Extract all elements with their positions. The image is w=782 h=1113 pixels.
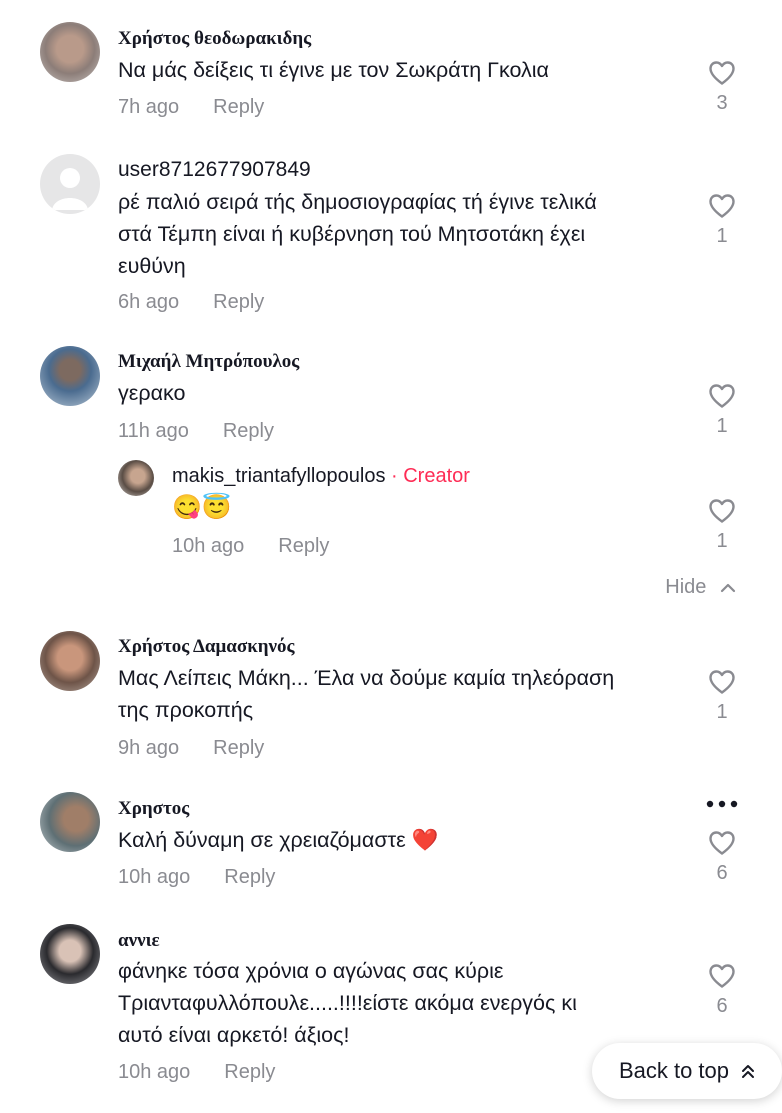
reply-text: 😋😇 [172, 494, 232, 521]
reply-author-line: makis_triantafyllopoulos · Creator [172, 465, 470, 488]
comment-text: γερακο [118, 377, 185, 409]
comment-meta: 9h ago Reply [118, 737, 264, 760]
comment-meta: 11h ago Reply [118, 420, 274, 443]
more-dots-icon [706, 800, 738, 808]
heart-outline-icon [709, 964, 735, 988]
comment-line: αυτό είναι αρκετό! άξιος! [118, 1023, 350, 1047]
back-to-top-button[interactable]: Back to top [592, 1043, 782, 1099]
default-avatar-icon [52, 168, 88, 210]
like-button[interactable]: 1 [702, 383, 742, 438]
comment-meta: 7h ago Reply [118, 96, 264, 119]
comment-author[interactable]: Χρήστος Δαμασκηνός [118, 636, 295, 658]
comment-meta: 10h ago Reply [118, 1061, 275, 1084]
comment-line: Να μάς δείξεις τι έγινε με τον Σωκράτη Γ… [118, 58, 549, 82]
more-options-button[interactable] [705, 796, 739, 814]
comment-text: φάνηκε τόσα χρόνια ο αγώνας σας κύριε Τρ… [118, 955, 577, 1051]
comment-line: ρέ παλιό σειρά τής δημοσιογραφίας τή έγι… [118, 190, 597, 214]
hide-label: Hide [665, 576, 707, 598]
heart-outline-icon [709, 61, 735, 85]
comment-time: 11h ago [118, 420, 189, 442]
avatar[interactable] [40, 924, 100, 984]
comment-author[interactable]: Μιχαήλ Μητρόπουλος [118, 351, 299, 373]
reply-author[interactable]: makis_triantafyllopoulos [172, 465, 385, 487]
comment-line: φάνηκε τόσα χρόνια ο αγώνας σας κύριε [118, 959, 504, 983]
comment-time: 7h ago [118, 96, 180, 118]
heart-outline-icon [709, 499, 735, 523]
comment-text: Μας Λείπεις Μάκη... Έλα να δούμε καμία τ… [118, 662, 614, 726]
creator-badge: · Creator [391, 465, 470, 487]
like-count: 3 [716, 92, 728, 114]
avatar[interactable] [40, 22, 100, 82]
like-count: 1 [716, 701, 728, 723]
reply-button[interactable]: Reply [224, 1061, 275, 1084]
reply-button[interactable]: Reply [213, 291, 264, 314]
comment-line: Καλή δύναμη σε χρειαζόμαστε ❤️ [118, 828, 439, 852]
comment-meta: 6h ago Reply [118, 291, 264, 314]
chevron-up-icon [720, 583, 736, 592]
reply-button[interactable]: Reply [223, 420, 274, 443]
heart-outline-icon [709, 670, 735, 694]
comment-text: Να μάς δείξεις τι έγινε με τον Σωκράτη Γ… [118, 54, 549, 86]
like-button[interactable]: 1 [702, 498, 742, 553]
comment-line: ευθύνη [118, 254, 186, 278]
double-chevron-up-icon [742, 1065, 755, 1078]
avatar[interactable] [40, 346, 100, 406]
comment-author[interactable]: user8712677907849 [118, 158, 311, 182]
comment-time: 9h ago [118, 737, 180, 759]
avatar[interactable] [40, 792, 100, 852]
back-to-top-label: Back to top [618, 1058, 730, 1083]
like-count: 6 [716, 862, 728, 884]
comment-line: στά Τέμπη είναι ή κυβέρνηση τού Μητσοτάκ… [118, 222, 586, 246]
comment-line: Τριανταφυλλόπουλε.....!!!!είστε ακόμα εν… [118, 991, 577, 1015]
comment-meta: 10h ago Reply [118, 866, 275, 889]
reply-button[interactable]: Reply [213, 737, 264, 760]
like-count: 1 [716, 225, 728, 247]
like-button[interactable]: 6 [702, 830, 742, 885]
avatar[interactable] [118, 460, 154, 496]
heart-outline-icon [709, 831, 735, 855]
comment-time: 10h ago [118, 1061, 191, 1083]
comment-time: 6h ago [118, 291, 180, 313]
comment-line: γερακο [118, 381, 186, 405]
comment-line: της προκοπής [118, 698, 254, 722]
comment-author[interactable]: Χρήστος θεοδωρακιδης [118, 28, 311, 50]
comment-time: 10h ago [118, 866, 191, 888]
comment-author[interactable]: Χρηστος [118, 798, 189, 820]
heart-outline-icon [709, 384, 735, 408]
reply-button[interactable]: Reply [213, 96, 264, 119]
reply-meta: 10h ago Reply [172, 535, 329, 558]
like-count: 1 [716, 530, 728, 552]
like-count: 1 [716, 415, 728, 437]
like-button[interactable]: 1 [702, 193, 742, 248]
like-button[interactable]: 6 [702, 963, 742, 1018]
comment-text: Καλή δύναμη σε χρειαζόμαστε ❤️ [118, 824, 438, 856]
heart-outline-icon [709, 194, 735, 218]
comment-line: Μας Λείπεις Μάκη... Έλα να δούμε καμία τ… [118, 666, 615, 690]
hide-replies-button[interactable]: Hide [665, 576, 736, 599]
avatar[interactable] [40, 631, 100, 691]
comment-text: ρέ παλιό σειρά τής δημοσιογραφίας τή έγι… [118, 186, 597, 282]
avatar[interactable] [40, 154, 100, 214]
reply-time: 10h ago [172, 535, 245, 557]
reply-button[interactable]: Reply [224, 866, 275, 889]
like-count: 6 [716, 995, 728, 1017]
reply-button[interactable]: Reply [278, 535, 329, 558]
comment-author[interactable]: αννιε [118, 930, 160, 952]
like-button[interactable]: 3 [702, 60, 742, 115]
like-button[interactable]: 1 [702, 669, 742, 724]
